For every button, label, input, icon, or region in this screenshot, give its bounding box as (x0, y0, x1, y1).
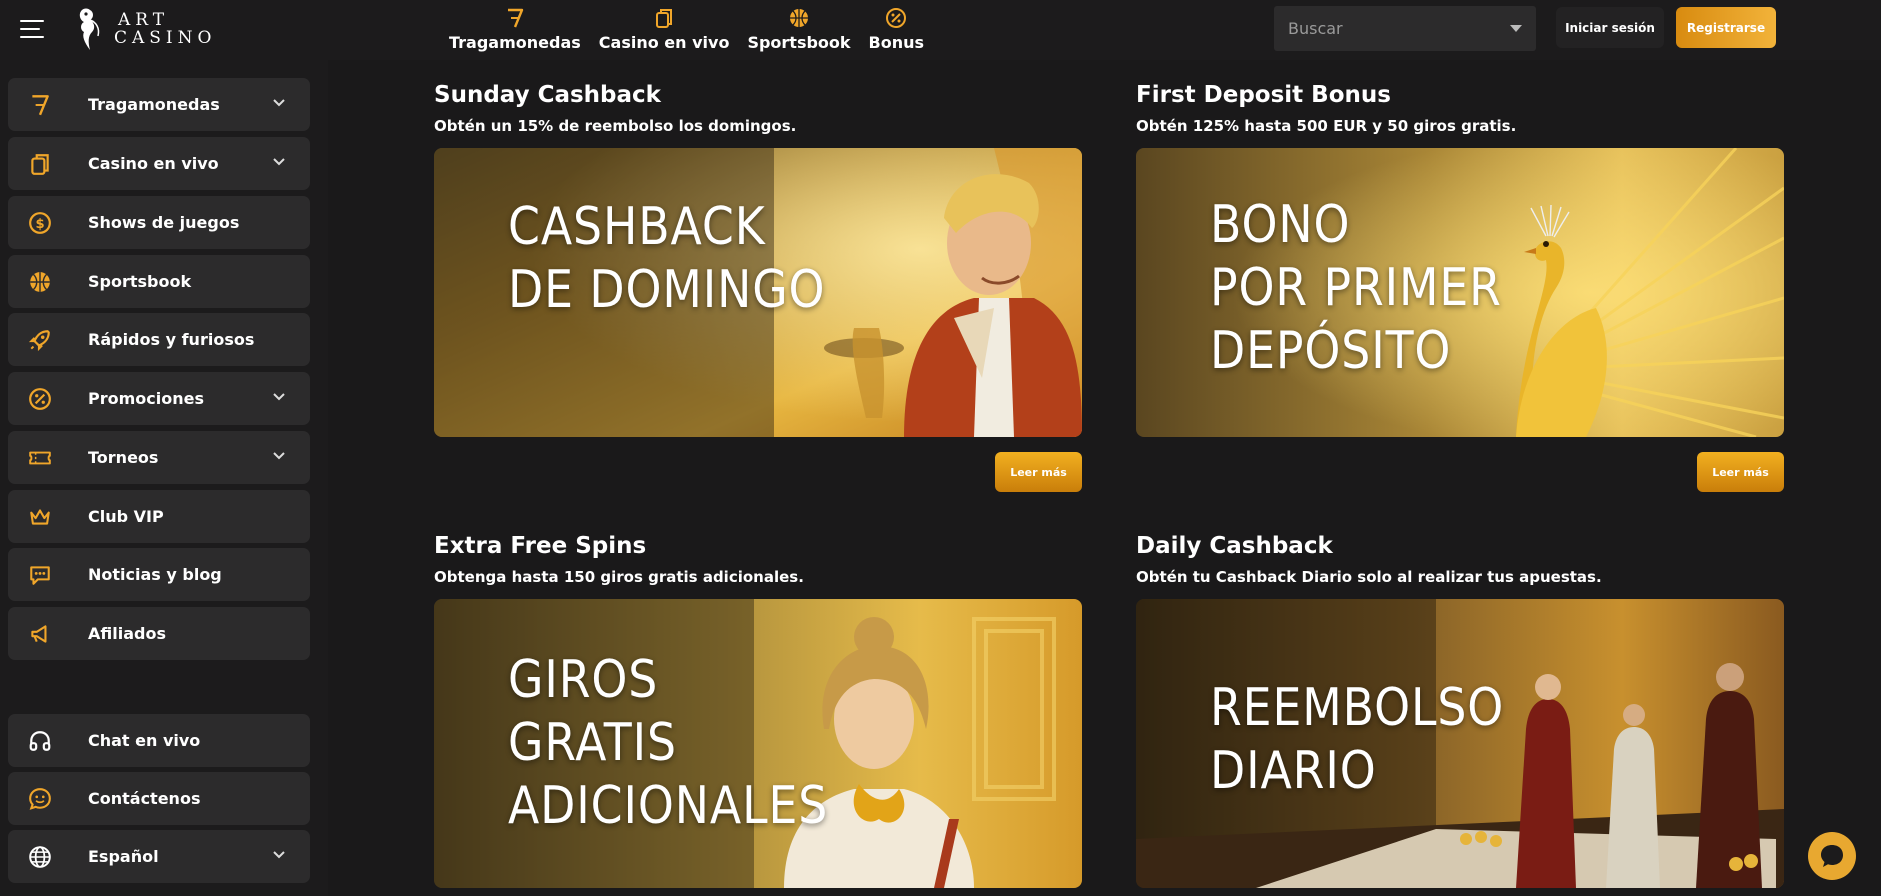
seven-icon (504, 7, 526, 29)
topnav-bonus[interactable]: Bonus (860, 0, 934, 52)
register-button[interactable]: Registrarse (1676, 7, 1776, 48)
banner-title: REEMBOLSO DIARIO (1210, 678, 1505, 801)
cards-icon (653, 7, 675, 29)
chat-dots-icon (26, 561, 54, 589)
cards-icon (26, 150, 54, 178)
top-header: ART CASINO Tragamonedas Casino en vivo S… (0, 0, 1881, 60)
sidebar-item-afiliados[interactable]: Afiliados (8, 607, 310, 660)
promo-subtitle: Obtenga hasta 150 giros gratis adicional… (434, 568, 804, 586)
rocket-icon (26, 326, 54, 354)
promo-banner[interactable]: REEMBOLSO DIARIO (1136, 599, 1784, 888)
ticket-icon (26, 444, 54, 472)
read-more-button[interactable]: Leer más (1697, 452, 1784, 492)
read-more-button[interactable]: Leer más (995, 452, 1082, 492)
seven-icon (26, 91, 54, 119)
promo-title: Daily Cashback (1136, 533, 1333, 559)
chevron-down-icon[interactable] (272, 451, 286, 461)
promo-title: Extra Free Spins (434, 533, 647, 559)
banner-title: CASHBACK DE DOMINGO (508, 197, 826, 320)
promo-subtitle: Obtén un 15% de reembolso los domingos. (434, 117, 797, 135)
sidebar-item-language[interactable]: Español (8, 830, 310, 883)
sidebar-item-label: Tragamonedas (88, 95, 220, 114)
sidebar-item-noticias-y-blog[interactable]: Noticias y blog (8, 548, 310, 601)
smile-icon (26, 785, 54, 813)
promo-title: Sunday Cashback (434, 82, 661, 108)
logo-line-1: ART (118, 10, 170, 30)
sidebar-item-label: Promociones (88, 389, 204, 408)
sidebar-item-club-vip[interactable]: Club VIP (8, 490, 310, 543)
sidebar-item-contactenos[interactable]: Contáctenos (8, 772, 310, 825)
promo-banner[interactable]: GIROS GRATIS ADICIONALES (434, 599, 1082, 888)
promo-banner[interactable]: BONO POR PRIMER DEPÓSITO (1136, 148, 1784, 437)
search-select[interactable]: Buscar (1274, 6, 1536, 51)
topnav-label: Bonus (868, 33, 925, 52)
banner-title: GIROS GRATIS ADICIONALES (508, 650, 829, 836)
basketball-icon (788, 7, 810, 29)
sidebar-item-torneos[interactable]: Torneos (8, 431, 310, 484)
live-chat-bubble[interactable] (1808, 832, 1856, 880)
promo-subtitle: Obtén 125% hasta 500 EUR y 50 giros grat… (1136, 117, 1517, 135)
chevron-down-icon (1510, 25, 1522, 32)
globe-icon (26, 843, 54, 871)
promo-subtitle: Obtén tu Cashback Diario solo al realiza… (1136, 568, 1602, 586)
percent-icon (26, 385, 54, 413)
chat-bubble-icon (1818, 842, 1846, 870)
sidebar-item-label: Club VIP (88, 507, 164, 526)
art-casino-logo[interactable]: ART CASINO (76, 4, 216, 54)
logo-line-2: CASINO (114, 28, 217, 48)
topnav-label: Sportsbook (747, 33, 851, 52)
topnav-casino-en-vivo[interactable]: Casino en vivo (590, 0, 739, 52)
sidebar-item-label: Español (88, 847, 159, 866)
promo-title: First Deposit Bonus (1136, 82, 1391, 108)
percent-icon (885, 7, 907, 29)
sidebar-item-chat-en-vivo[interactable]: Chat en vivo (8, 714, 310, 767)
sidebar-item-label: Contáctenos (88, 789, 201, 808)
banner-title: BONO POR PRIMER DEPÓSITO (1210, 195, 1502, 381)
svg-text:$: $ (35, 216, 44, 231)
sidebar-item-promociones[interactable]: Promociones (8, 372, 310, 425)
sidebar-item-shows-de-juegos[interactable]: $ Shows de juegos (8, 196, 310, 249)
crown-icon (26, 503, 54, 531)
promo-card-sunday-cashback: Sunday Cashback Obtén un 15% de reembols… (434, 80, 1082, 437)
basketball-icon (26, 268, 54, 296)
promo-card-first-deposit-bonus: First Deposit Bonus Obtén 125% hasta 500… (1136, 80, 1784, 437)
sidebar-item-sportsbook[interactable]: Sportsbook (8, 255, 310, 308)
headphones-icon (26, 727, 54, 755)
top-navigation: Tragamonedas Casino en vivo Sportsbook B… (440, 0, 933, 56)
promo-banner[interactable]: CASHBACK DE DOMINGO (434, 148, 1082, 437)
sidebar-item-rapidos-y-furiosos[interactable]: Rápidos y furiosos (8, 313, 310, 366)
coin-icon: $ (26, 209, 54, 237)
topnav-label: Tragamonedas (449, 33, 581, 52)
peacock-logo-icon (79, 8, 100, 50)
sidebar-item-label: Afiliados (88, 624, 166, 643)
sidebar-item-label: Noticias y blog (88, 565, 222, 584)
login-button[interactable]: Iniciar sesión (1556, 7, 1664, 48)
sidebar-item-label: Torneos (88, 448, 159, 467)
promo-card-daily-cashback: Daily Cashback Obtén tu Cashback Diario … (1136, 531, 1784, 888)
promotions-main: Sunday Cashback Obtén un 15% de reembols… (328, 60, 1881, 896)
hamburger-menu-icon[interactable] (20, 14, 50, 44)
chevron-down-icon[interactable] (272, 850, 286, 860)
megaphone-icon (26, 620, 54, 648)
chevron-down-icon[interactable] (272, 392, 286, 402)
topnav-sportsbook[interactable]: Sportsbook (738, 0, 859, 52)
sidebar-item-label: Chat en vivo (88, 731, 201, 750)
sidebar-item-casino-en-vivo[interactable]: Casino en vivo (8, 137, 310, 190)
chevron-down-icon[interactable] (272, 157, 286, 167)
topnav-label: Casino en vivo (598, 33, 730, 52)
sidebar-item-label: Sportsbook (88, 272, 192, 291)
sidebar-item-label: Casino en vivo (88, 154, 219, 173)
search-placeholder: Buscar (1288, 19, 1343, 38)
sidebar: Tragamonedas Casino en vivo $ Shows de j… (0, 60, 328, 896)
sidebar-item-tragamonedas[interactable]: Tragamonedas (8, 78, 310, 131)
sidebar-item-label: Rápidos y furiosos (88, 330, 255, 349)
promo-card-extra-free-spins: Extra Free Spins Obtenga hasta 150 giros… (434, 531, 1082, 888)
sidebar-item-label: Shows de juegos (88, 213, 240, 232)
topnav-tragamonedas[interactable]: Tragamonedas (440, 0, 590, 52)
chevron-down-icon[interactable] (272, 98, 286, 108)
